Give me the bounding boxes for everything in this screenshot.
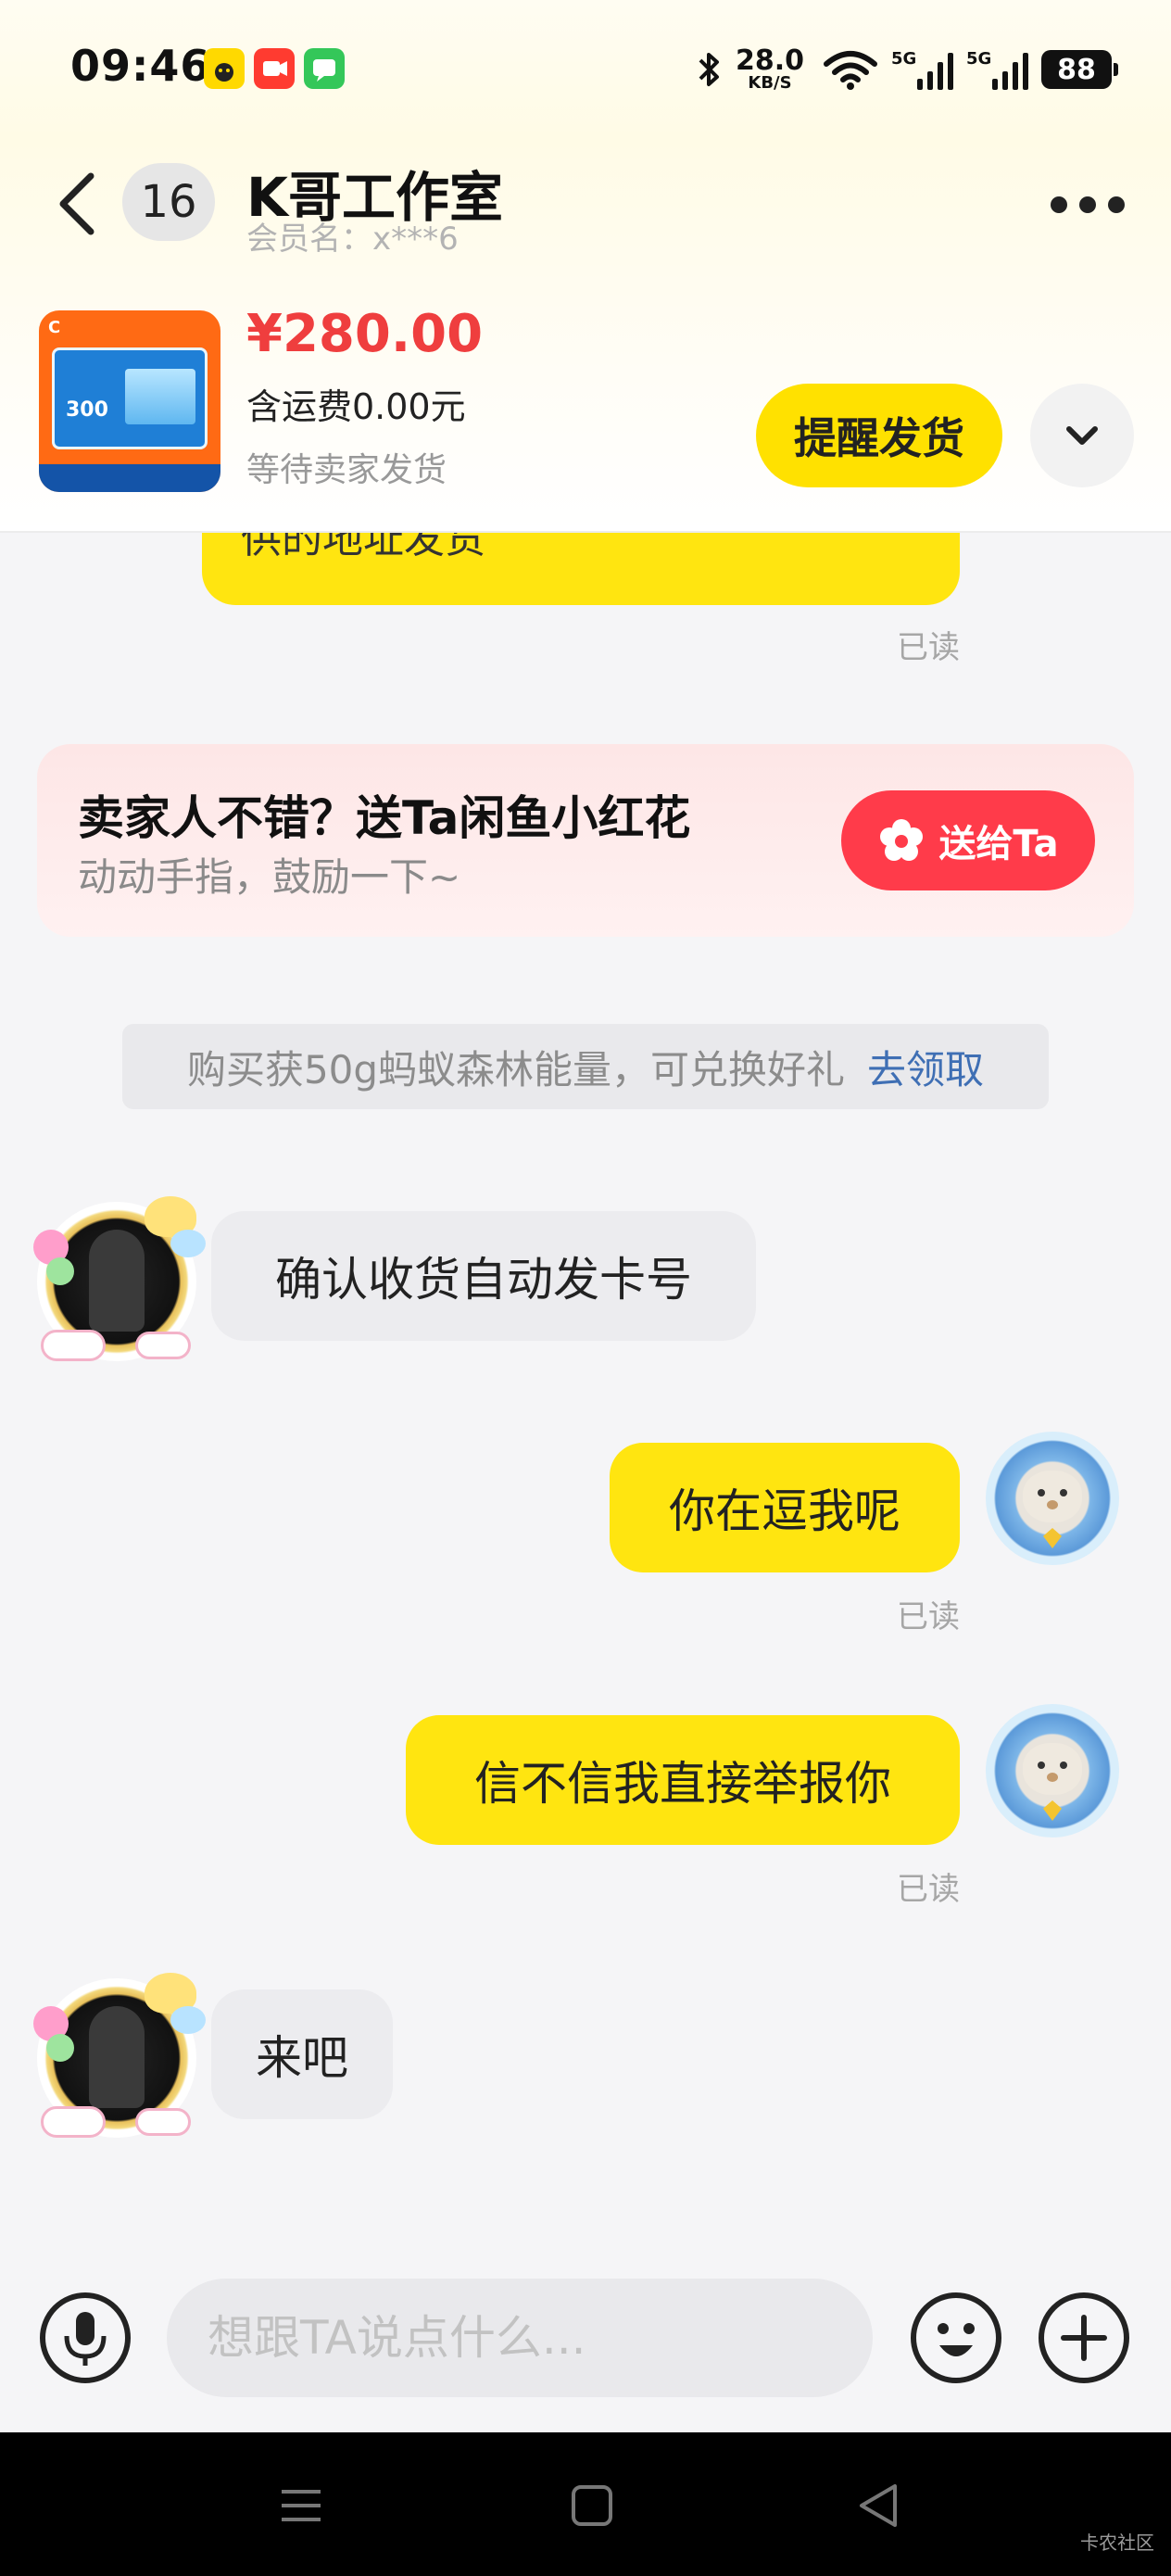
signal-icon: 5G bbox=[966, 49, 1028, 90]
menu-icon bbox=[282, 2490, 321, 2521]
read-receipt: 已读 bbox=[897, 1598, 960, 1635]
more-actions-button[interactable] bbox=[1036, 2290, 1132, 2386]
chat-header: 16 K哥工作室 会员名：x***6 C 300 ¥280.00 含运费0.00… bbox=[0, 139, 1171, 533]
message-text: 你在逗我呢 bbox=[669, 1484, 900, 1538]
read-receipt: 已读 bbox=[897, 629, 960, 666]
cat-nose bbox=[1047, 1500, 1058, 1509]
battery-icon: 88 bbox=[1041, 50, 1118, 89]
cloud-decoration bbox=[135, 1332, 191, 1359]
status-icons: 28.0 KB/S 5G 5G 88 bbox=[697, 37, 1118, 102]
my-avatar[interactable] bbox=[986, 1704, 1119, 1837]
signal-icon: 5G bbox=[891, 49, 953, 90]
status-bar: 09:46 28.0 KB/S 5G 5G 88 bbox=[0, 0, 1171, 139]
cat-eye bbox=[1060, 1762, 1067, 1769]
emoji-icon bbox=[911, 2292, 1001, 2383]
expand-order-button[interactable] bbox=[1030, 384, 1134, 487]
watermark: 卡农社区 bbox=[1080, 2532, 1154, 2554]
emoji-button[interactable] bbox=[908, 2290, 1004, 2386]
chevron-down-icon bbox=[1066, 426, 1098, 445]
order-status: 等待卖家发货 bbox=[246, 451, 447, 489]
flower-card-subtitle: 动动手指，鼓励一下~ bbox=[78, 854, 461, 900]
balloon-decoration bbox=[46, 1257, 74, 1285]
home-button[interactable] bbox=[560, 2473, 624, 2538]
cloud-decoration bbox=[41, 2106, 106, 2138]
message-text: 来吧 bbox=[256, 2031, 348, 2085]
video-notification-icon bbox=[254, 48, 295, 89]
airplane-image bbox=[125, 369, 195, 424]
send-flower-label: 送给Ta bbox=[938, 823, 1059, 865]
net-speed: 28.0 KB/S bbox=[735, 44, 804, 93]
gift-card-image: 300 bbox=[52, 347, 208, 449]
seller-photo bbox=[89, 1230, 145, 1332]
back-button[interactable] bbox=[48, 167, 113, 241]
cat-tie bbox=[1043, 1800, 1062, 1821]
read-receipt: 已读 bbox=[897, 1871, 960, 1908]
flower-card-title: 卖家人不错？送Ta闲鱼小红花 bbox=[78, 791, 691, 845]
airline-logo: C bbox=[48, 318, 61, 337]
message-input[interactable] bbox=[167, 2279, 873, 2397]
recent-apps-button[interactable] bbox=[269, 2473, 334, 2538]
dot-icon bbox=[1079, 196, 1096, 213]
input-bar bbox=[0, 2275, 1171, 2432]
message-text: 信不信我直接举报你 bbox=[474, 1757, 891, 1811]
order-price: ¥280.00 bbox=[246, 304, 484, 364]
system-nav-bar bbox=[0, 2432, 1171, 2576]
seller-avatar[interactable] bbox=[33, 1196, 206, 1361]
cat-eye bbox=[1038, 1489, 1045, 1496]
message-bubble-outgoing[interactable]: 供的地址发货 bbox=[202, 533, 960, 605]
balloon-decoration bbox=[46, 2034, 74, 2062]
cat-eye bbox=[1038, 1762, 1045, 1769]
send-flower-button[interactable]: 送给Ta bbox=[841, 790, 1095, 890]
app-notification-icon bbox=[204, 48, 245, 89]
system-back-button[interactable] bbox=[847, 2473, 912, 2538]
cat-eye bbox=[1060, 1489, 1067, 1496]
cat-face bbox=[1023, 1471, 1082, 1522]
message-bubble-incoming[interactable]: 来吧 bbox=[211, 1989, 393, 2119]
my-avatar[interactable] bbox=[986, 1432, 1119, 1565]
chevron-left-icon bbox=[59, 172, 94, 235]
flower-icon bbox=[880, 819, 924, 861]
shipping-fee: 含运费0.00元 bbox=[246, 386, 466, 427]
cloud-decoration bbox=[41, 1330, 106, 1361]
claim-link[interactable]: 去领取 bbox=[867, 1039, 984, 1095]
member-name: 会员名：x***6 bbox=[246, 221, 459, 258]
wifi-icon bbox=[824, 51, 877, 90]
clock: 09:46 bbox=[70, 41, 211, 91]
remind-ship-button[interactable]: 提醒发货 bbox=[756, 384, 1002, 487]
gift-card-value: 300 bbox=[66, 398, 108, 422]
triangle-back-icon bbox=[860, 2484, 897, 2527]
plus-icon bbox=[1039, 2292, 1129, 2383]
message-notification-icon bbox=[304, 48, 345, 89]
dot-icon bbox=[1051, 196, 1067, 213]
message-bubble-incoming[interactable]: 确认收货自动发卡号 bbox=[211, 1211, 756, 1341]
message-bubble-outgoing[interactable]: 信不信我直接举报你 bbox=[406, 1715, 960, 1845]
product-thumbnail[interactable]: C 300 bbox=[39, 310, 220, 492]
cat-face bbox=[1023, 1743, 1082, 1795]
flower-reward-card: 卖家人不错？送Ta闲鱼小红花 动动手指，鼓励一下~ 送给Ta bbox=[37, 744, 1134, 937]
bluetooth-icon bbox=[699, 53, 719, 86]
voice-input-button[interactable] bbox=[37, 2290, 133, 2386]
message-bubble-outgoing[interactable]: 你在逗我呢 bbox=[610, 1443, 960, 1572]
microphone-icon bbox=[40, 2292, 131, 2383]
thumbnail-strip bbox=[39, 464, 220, 492]
seller-photo bbox=[89, 2006, 145, 2108]
message-text: 确认收货自动发卡号 bbox=[275, 1253, 692, 1307]
unicorn-decoration bbox=[170, 2006, 206, 2034]
seller-avatar[interactable] bbox=[33, 1973, 206, 2138]
more-options-button[interactable] bbox=[1051, 196, 1125, 219]
cat-tie bbox=[1043, 1528, 1062, 1548]
square-icon bbox=[572, 2485, 612, 2526]
energy-reward-tip: 购买获50g蚂蚁森林能量，可兑换好礼 去领取 bbox=[122, 1024, 1049, 1109]
energy-tip-text: 购买获50g蚂蚁森林能量，可兑换好礼 bbox=[186, 1046, 846, 1092]
message-text: 供的地址发货 bbox=[241, 533, 485, 562]
cat-nose bbox=[1047, 1773, 1058, 1782]
cloud-decoration bbox=[135, 2108, 191, 2136]
unread-count-badge[interactable]: 16 bbox=[122, 163, 215, 241]
chat-area[interactable]: 供的地址发货 已读 卖家人不错？送Ta闲鱼小红花 动动手指，鼓励一下~ 送给Ta… bbox=[0, 533, 1171, 2275]
unicorn-decoration bbox=[170, 1230, 206, 1257]
dot-icon bbox=[1108, 196, 1125, 213]
